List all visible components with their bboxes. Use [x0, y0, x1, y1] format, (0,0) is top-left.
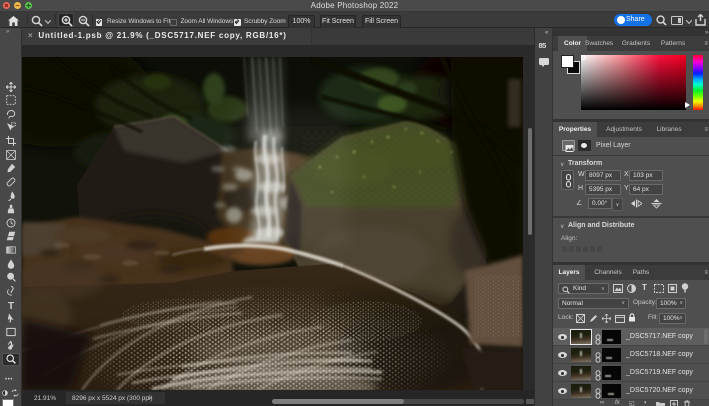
- svg-text:T: T: [7, 301, 13, 310]
